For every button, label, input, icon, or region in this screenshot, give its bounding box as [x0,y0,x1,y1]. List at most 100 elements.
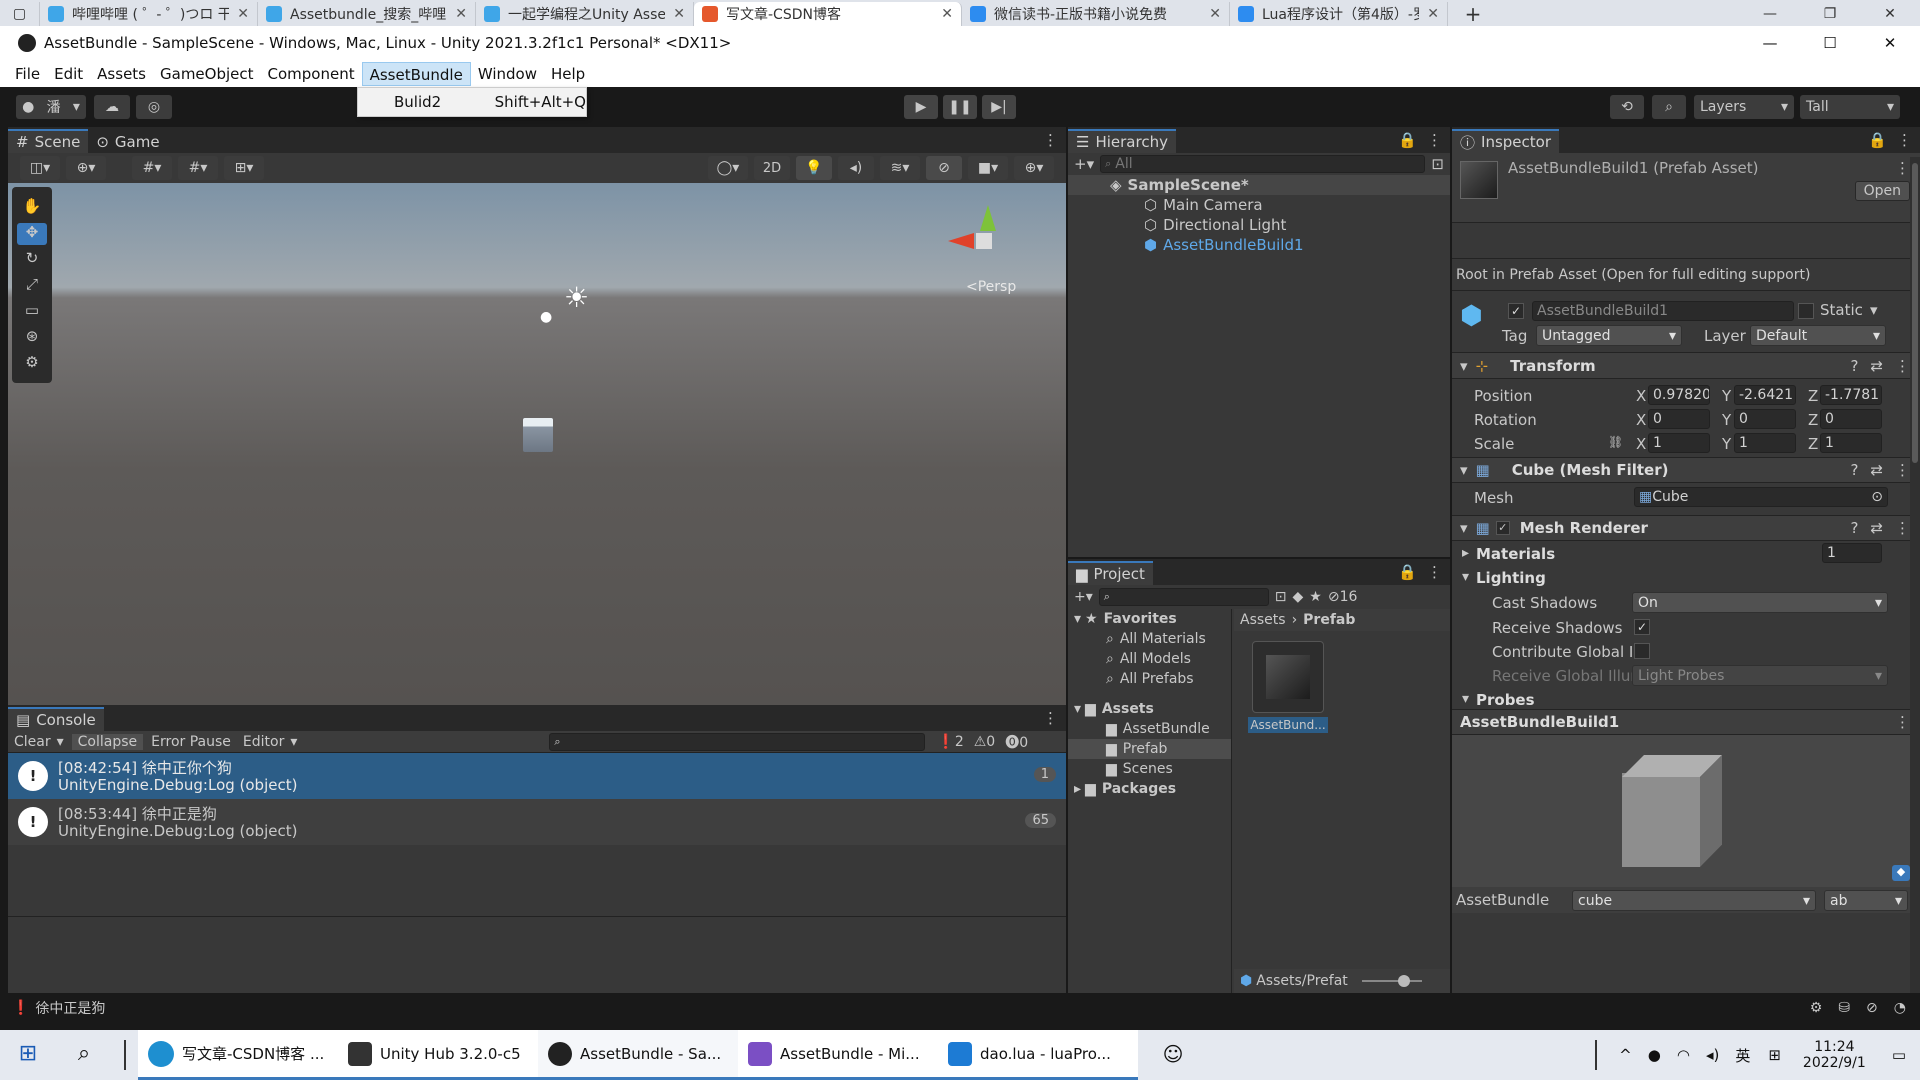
gizmos-dropdown[interactable]: ⊕▾ [1014,156,1054,180]
cube-object[interactable] [523,418,553,452]
tab-scene[interactable]: # Scene [8,129,89,153]
chevron-down-icon[interactable]: ▾ [1870,301,1878,319]
breadcrumb-assets[interactable]: Assets [1240,612,1286,628]
qq-tray-icon[interactable]: ● [1648,1046,1661,1064]
slider-handle[interactable] [1397,975,1410,987]
lock-icon[interactable]: 🔒 [1398,563,1417,581]
hand-tool-icon[interactable]: ✋ [17,197,47,219]
scale-z-field[interactable]: 1 [1820,433,1882,453]
gameobject-name-field[interactable]: AssetBundleBuild1 [1532,301,1794,321]
progress-icon[interactable]: ◔ [1894,1000,1906,1016]
taskbar-item-vscode[interactable]: dao.lua - luaPro... [938,1030,1138,1080]
error-count[interactable]: ⓿0 [1005,732,1028,752]
asset-folder-item-selected[interactable]: ▆ Prefab [1068,739,1231,759]
close-icon[interactable]: ✕ [941,6,953,22]
close-icon[interactable]: ✕ [1427,6,1439,22]
transform-header[interactable]: ▾ ⊹ Transform ? ⇄ ⋮ [1452,353,1920,379]
kebab-menu-icon[interactable]: ⋮ [1895,519,1910,537]
start-windows-icon[interactable]: ⊞ [0,1030,56,1080]
packages-item[interactable]: ▸ ▆ Packages [1068,779,1231,799]
info-count[interactable]: ❗2 [937,734,963,750]
layout-dropdown[interactable]: Tall ▾ [1800,95,1900,119]
persp-label[interactable]: <Persp [966,279,1016,295]
grid-snap-dropdown[interactable]: #▾ [132,156,172,180]
tab-console[interactable]: ▤ Console [8,707,104,731]
browser-tab[interactable]: 微信读书-正版书籍小说免费 ✕ [962,2,1230,26]
position-x-field[interactable]: 0.97820 [1648,385,1710,405]
layers-dropdown[interactable]: Layers ▾ [1694,95,1794,119]
browser-tab[interactable]: 哔哩哔哩 ( ゜- ゜)つロ 干杯~ ✕ [40,2,258,26]
volume-icon[interactable]: ◂) [1706,1046,1719,1064]
minimize-browser-icon[interactable]: — [1740,2,1800,26]
rotation-x-field[interactable]: 0 [1648,409,1710,429]
tab-project[interactable]: ▆ Project [1068,561,1153,585]
asset-folder-item[interactable]: ▆ Scenes [1068,759,1231,779]
search-icon[interactable]: ⌕ [56,1030,112,1080]
error-pause-toggle[interactable]: Error Pause [145,734,237,750]
ruler-dropdown[interactable]: ⊞▾ [224,156,264,180]
play-button[interactable]: ▶ [904,95,938,119]
breadcrumb-prefab[interactable]: Prefab [1303,612,1355,628]
chevron-down-icon[interactable]: ▾ [1462,691,1469,707]
cache-icon[interactable]: ⛁ [1838,1000,1850,1016]
console-entry-selected[interactable]: ! [08:42:54] 徐中正你个狗 UnityEngine.Debug:Lo… [8,753,1066,799]
hierarchy-item[interactable]: ⬡ Directional Light [1068,215,1450,235]
contribute-gi-checkbox[interactable] [1634,643,1650,659]
favorite-item[interactable]: ⌕ All Models [1068,649,1231,669]
new-tab-button[interactable]: + [1448,2,1498,26]
taskbar-item-unity-hub[interactable]: Unity Hub 3.2.0-c5 [338,1030,538,1080]
gizmo-dropdown[interactable]: ⊕▾ [66,156,106,180]
add-icon[interactable]: +▾ [1074,155,1094,173]
clear-button[interactable]: Clear [10,734,55,750]
open-prefab-button[interactable]: Open [1854,181,1910,201]
enabled-checkbox[interactable]: ✓ [1495,521,1510,535]
menu-assetbundle[interactable]: AssetBundle [361,61,471,86]
active-checkbox[interactable]: ✓ [1508,303,1524,319]
kebab-menu-icon[interactable]: ⋮ [1043,709,1058,727]
close-icon[interactable]: ✕ [1209,6,1221,22]
probes-label[interactable]: Probes [1476,691,1535,709]
hierarchy-item[interactable]: ⬡ Main Camera [1068,195,1450,215]
browser-tab[interactable]: Lua程序设计（第4版）-罗伯 ✕ [1230,2,1448,26]
preset-icon[interactable]: ⇄ [1870,357,1883,375]
taskbar-item-unity[interactable]: AssetBundle - Sa... [538,1030,738,1080]
collapse-toggle[interactable]: Collapse [71,733,144,750]
ime-indicator[interactable]: 英 [1735,1045,1750,1066]
asset-folder-item[interactable]: ▆ AssetBundle [1068,719,1231,739]
visibility-toggle[interactable]: ⊘ [926,156,962,180]
layer-dropdown[interactable]: Default ▾ [1750,325,1886,346]
link-scale-icon[interactable]: ⛓ [1608,435,1623,449]
filter-label-icon[interactable]: ◆ [1293,589,1304,605]
preset-icon[interactable]: ⇄ [1870,519,1883,537]
tag-dropdown[interactable]: Untagged ▾ [1536,325,1682,346]
inspector-scrollbar[interactable] [1910,157,1920,993]
scene-viewport[interactable]: ✋ ✥ ↻ ⤢ ▭ ⊛ ⚙ ☀ ● <Persp [8,183,1066,705]
position-y-field[interactable]: -2.6421 [1734,385,1796,405]
taskbar-extra-app-icon[interactable]: ☺ [1138,1030,1208,1080]
kebab-menu-icon[interactable]: ⋮ [1427,131,1442,149]
collab-button[interactable]: ◎ [136,95,172,119]
scale-y-field[interactable]: 1 [1734,433,1796,453]
show-hidden-icons-icon[interactable]: ^ [1619,1046,1632,1064]
custom-tool-icon[interactable]: ⚙ [17,353,47,375]
scrollbar-thumb[interactable] [1912,163,1918,463]
close-browser-icon[interactable]: ✕ [1860,2,1920,26]
draw-mode-dropdown[interactable]: ◫▾ [20,156,60,180]
assetbundle-variant-dropdown[interactable]: ab ▾ [1824,890,1908,911]
cloud-button[interactable]: ☁ [94,95,130,119]
wifi-icon[interactable]: ◠ [1677,1046,1690,1064]
receive-shadows-checkbox[interactable]: ✓ [1634,619,1650,635]
lighting-toggle[interactable]: 💡 [796,156,832,180]
kebab-menu-icon[interactable]: ⋮ [1895,159,1910,177]
menu-gameobject[interactable]: GameObject [153,62,261,86]
favorite-star-icon[interactable]: ★ [1309,589,1322,605]
menu-item-bulid2[interactable]: Bulid2 [394,93,495,111]
favorite-item[interactable]: ⌕ All Prefabs [1068,669,1231,689]
orientation-gizmo[interactable] [948,203,1018,273]
kebab-menu-icon[interactable]: ⋮ [1895,461,1910,479]
browser-tab[interactable]: Assetbundle_搜索_哔哩哔哩 ✕ [258,2,476,26]
transform-tool-icon[interactable]: ⊛ [17,327,47,349]
kebab-menu-icon[interactable]: ⋮ [1895,357,1910,375]
close-icon[interactable]: ✕ [237,6,249,22]
preset-icon[interactable]: ⇄ [1870,461,1883,479]
